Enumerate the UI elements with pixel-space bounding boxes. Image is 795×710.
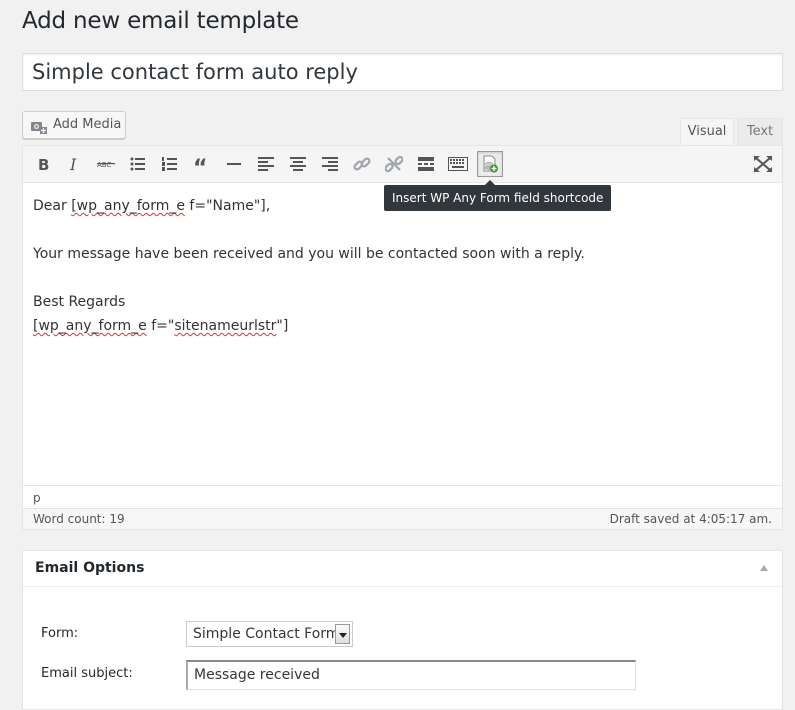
svg-text:“: “ [193, 157, 207, 171]
email-options-panel: Email Options Form: Simple Contact Form … [22, 550, 783, 710]
svg-text:I: I [69, 156, 77, 172]
svg-text:ABC: ABC [97, 161, 111, 169]
editor-status-bar: Word count: 19 Draft saved at 4:05:17 am… [23, 508, 782, 529]
blockquote-button[interactable]: “ [189, 151, 215, 177]
word-count: Word count: 19 [33, 512, 125, 526]
italic-button[interactable]: I [61, 151, 87, 177]
unlink-icon [385, 155, 403, 173]
draft-saved-status: Draft saved at 4:05:17 am. [609, 512, 772, 526]
email-subject-label: Email subject: [41, 666, 133, 681]
spellcheck-word: [wp_any_form_e [71, 198, 185, 214]
read-more-button[interactable] [413, 151, 439, 177]
align-left-icon [258, 157, 274, 171]
page-title: Add new email template [22, 8, 299, 34]
horizontal-line-icon [227, 162, 241, 166]
italic-icon: I [67, 156, 81, 172]
read-more-icon [417, 157, 435, 171]
bulleted-list-icon [130, 157, 146, 171]
align-center-button[interactable] [285, 151, 311, 177]
bulleted-list-button[interactable] [125, 151, 151, 177]
fullscreen-icon [754, 156, 772, 172]
greeting-rest: f="Name"], [184, 198, 271, 214]
fullscreen-button[interactable] [750, 151, 776, 177]
insert-form-field-button[interactable] [477, 151, 503, 177]
collapse-arrow-icon[interactable] [760, 565, 768, 571]
align-center-icon [290, 157, 306, 171]
insert-link-button[interactable] [349, 151, 375, 177]
tab-visual[interactable]: Visual [680, 118, 734, 146]
align-left-button[interactable] [253, 151, 279, 177]
add-media-label: Add Media [53, 117, 122, 132]
content-line-message: Your message have been received and you … [33, 246, 585, 262]
blockquote-icon: “ [193, 157, 211, 171]
spellcheck-word: [wp_any_form_e [33, 318, 147, 334]
form-field-shortcode-icon [481, 155, 499, 173]
strikethrough-icon: ABC [97, 158, 115, 170]
bold-button[interactable]: B [30, 151, 56, 177]
editor-content[interactable]: Dear [wp_any_form_e f="Name"], Your mess… [33, 194, 773, 338]
email-subject-input[interactable]: Message received [186, 660, 636, 690]
toolbar-toggle-button[interactable] [445, 151, 471, 177]
form-select[interactable]: Simple Contact Form [186, 621, 353, 647]
add-media-icon [31, 118, 47, 134]
form-label: Form: [41, 626, 79, 641]
add-media-button[interactable]: Add Media [22, 111, 126, 139]
email-options-title: Email Options [35, 560, 145, 576]
email-options-header[interactable]: Email Options [23, 551, 782, 587]
element-path-item[interactable]: p [33, 491, 41, 505]
spellcheck-word: sitenameurlstr [174, 318, 277, 334]
content-line-signoff: Best Regards [33, 294, 126, 310]
keyboard-icon [448, 157, 468, 171]
shortcode-close: "] [276, 318, 289, 334]
content-line-shortcode: [wp_any_form_e f="sitenameurlstr"] [33, 314, 773, 338]
numbered-list-icon [162, 157, 178, 171]
chevron-down-icon[interactable] [335, 624, 350, 644]
strikethrough-button[interactable]: ABC [93, 151, 119, 177]
shortcode-mid: f=" [146, 318, 175, 334]
content-line-greeting: Dear [wp_any_form_e f="Name"], [33, 194, 773, 218]
remove-link-button[interactable] [381, 151, 407, 177]
horizontal-line-button[interactable] [221, 151, 247, 177]
form-select-value: Simple Contact Form [193, 626, 340, 642]
rich-text-editor: B I ABC “ Insert WP Any Form field short… [22, 145, 783, 530]
numbered-list-button[interactable] [157, 151, 183, 177]
link-icon [353, 155, 371, 173]
greeting-prefix: Dear [33, 198, 72, 214]
align-right-icon [322, 157, 338, 171]
tab-text[interactable]: Text [737, 118, 783, 146]
element-path: p [23, 485, 782, 508]
bold-icon: B [36, 156, 50, 172]
align-right-button[interactable] [317, 151, 343, 177]
editor-toolbar: B I ABC “ [23, 146, 782, 183]
template-title-input[interactable]: Simple contact form auto reply [22, 53, 783, 91]
svg-text:B: B [38, 156, 49, 172]
